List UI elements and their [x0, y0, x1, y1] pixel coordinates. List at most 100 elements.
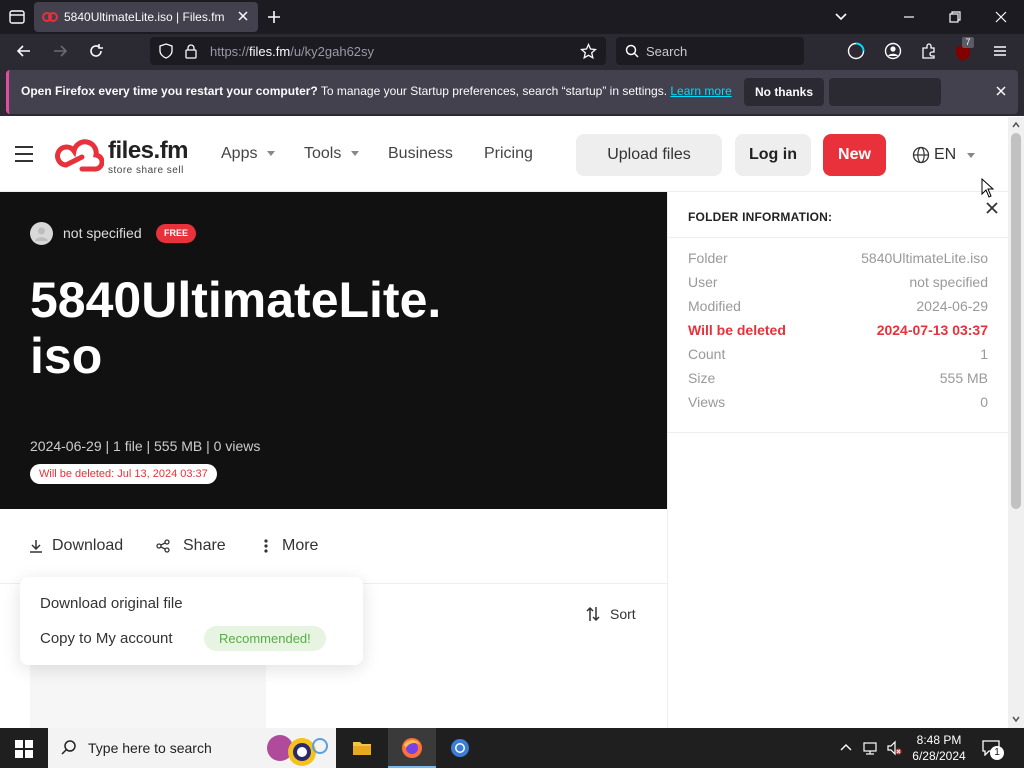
menu-business[interactable]: Business	[388, 145, 453, 163]
minimize-icon[interactable]	[898, 6, 920, 28]
info-row-folder: Folder 5840UltimateLite.iso	[688, 250, 988, 266]
copy-to-account-item[interactable]: Copy to My account	[40, 630, 173, 647]
close-notification-icon[interactable]	[994, 84, 1008, 98]
files-fm-logo-icon	[55, 139, 104, 172]
mouse-cursor-icon	[981, 178, 995, 198]
menu-pricing[interactable]: Pricing	[484, 145, 533, 163]
recommended-badge: Recommended!	[204, 626, 326, 651]
windows-taskbar: Type here to search 8:48 PM 6/28/2024 1	[0, 728, 1024, 768]
close-window-icon[interactable]	[990, 6, 1012, 28]
clock-time: 8:48 PM	[916, 733, 962, 747]
back-icon[interactable]	[14, 41, 34, 61]
menu-apps[interactable]: Apps	[221, 145, 276, 163]
download-dropdown: Download original file Copy to My accoun…	[20, 577, 363, 665]
close-tab-icon[interactable]	[236, 9, 250, 23]
url-bar[interactable]: https://files.fm/u/ky2gah62sy	[150, 37, 606, 65]
learn-more-link[interactable]: Learn more	[670, 84, 731, 98]
file-title: 5840UltimateLite. iso	[30, 272, 442, 384]
firefox-icon	[402, 738, 422, 758]
search-icon	[625, 44, 639, 58]
network-icon[interactable]	[862, 740, 878, 756]
info-row-user: User not specified	[688, 274, 988, 290]
search-icon	[61, 740, 76, 755]
files-fm-favicon	[42, 12, 58, 22]
lock-icon[interactable]	[184, 43, 198, 59]
files-fm-logo[interactable]: files.fm store share sell	[52, 137, 202, 177]
info-row-count: Count 1	[688, 346, 988, 362]
notification-box: Open Firefox every time you restart your…	[6, 70, 1018, 114]
chevron-down-icon	[267, 151, 276, 157]
taskbar-app-firefox[interactable]	[388, 728, 436, 768]
globe-icon	[912, 146, 930, 164]
plan-badge: FREE	[156, 224, 197, 243]
search-bar[interactable]: Search	[616, 37, 804, 65]
chevron-up-icon[interactable]	[838, 740, 854, 756]
taskbar-search-placeholder: Type here to search	[88, 740, 212, 756]
download-icon	[30, 540, 42, 553]
forward-icon[interactable]	[50, 41, 70, 61]
new-button[interactable]: New	[823, 134, 886, 176]
browser-tab-bar: 5840UltimateLite.iso | Files.fm	[0, 0, 1024, 34]
extensions-icon[interactable]	[919, 41, 939, 61]
folder-info-panel: FOLDER INFORMATION: Folder 5840UltimateLi…	[667, 192, 1008, 728]
search-placeholder: Search	[646, 44, 688, 59]
browser-app-icon	[451, 739, 469, 757]
info-row-modified: Modified 2024-06-29	[688, 298, 988, 314]
extension-badge: 7	[962, 37, 974, 48]
file-thumbnail-placeholder	[30, 662, 266, 728]
info-row-size: Size 555 MB	[688, 370, 988, 386]
scroll-down-icon[interactable]	[1012, 715, 1020, 723]
hamburger-menu-icon[interactable]	[14, 145, 34, 163]
site-header: files.fm store share sell Apps Tools Bus…	[0, 117, 1008, 192]
chevron-down-icon	[351, 151, 360, 157]
close-panel-icon[interactable]	[985, 201, 999, 215]
logo-name: files.fm	[108, 137, 189, 164]
log-in-button[interactable]: Log in	[735, 134, 811, 176]
more-vertical-icon	[264, 539, 268, 553]
file-hero: not specified FREE 5840UltimateLite. iso…	[0, 192, 667, 509]
file-actions: Download Share More	[0, 509, 667, 584]
action-center-button[interactable]: 1	[980, 738, 1004, 760]
ublock-extension-button[interactable]: 7	[954, 37, 976, 62]
page-scrollbar[interactable]	[1008, 117, 1024, 728]
notification-message: Open Firefox every time you restart your…	[21, 84, 732, 98]
tab-list-icon[interactable]	[6, 6, 28, 28]
firefox-view-icon[interactable]	[846, 41, 866, 61]
tab-title: 5840UltimateLite.iso | Files.fm	[64, 10, 225, 24]
volume-muted-icon[interactable]	[886, 740, 902, 756]
info-row-deletion: Will be deleted 2024-07-13 03:37	[688, 322, 988, 338]
no-thanks-button[interactable]: No thanks	[744, 78, 824, 106]
download-original-item[interactable]: Download original file	[40, 595, 183, 612]
new-tab-icon[interactable]	[265, 8, 283, 26]
set-startup-button[interactable]	[829, 78, 941, 106]
search-highlight-illustration-icon	[267, 735, 328, 766]
active-tab[interactable]: 5840UltimateLite.iso | Files.fm	[34, 2, 258, 32]
logo-tagline: store share sell	[108, 165, 184, 176]
deletion-badge: Will be deleted: Jul 13, 2024 03:37	[30, 464, 217, 484]
scroll-up-icon[interactable]	[1012, 121, 1020, 129]
restore-icon[interactable]	[944, 6, 966, 28]
windows-start-icon[interactable]	[15, 740, 33, 758]
list-all-tabs-icon[interactable]	[830, 6, 852, 28]
bookmark-star-icon[interactable]	[580, 43, 597, 60]
account-icon[interactable]	[883, 41, 903, 61]
startup-notification-bar: Open Firefox every time you restart your…	[0, 68, 1024, 116]
shield-icon[interactable]	[158, 43, 174, 59]
info-row-views: Views 0	[688, 394, 988, 410]
scroll-thumb[interactable]	[1011, 133, 1021, 509]
taskbar-app-file-explorer[interactable]	[338, 728, 386, 768]
user-icon	[35, 227, 48, 241]
chevron-down-icon	[967, 153, 975, 158]
reload-icon[interactable]	[86, 41, 106, 61]
panel-header: FOLDER INFORMATION:	[668, 192, 1008, 238]
upload-files-button[interactable]: Upload files	[576, 134, 722, 176]
panel-divider	[668, 432, 1008, 433]
menu-tools[interactable]: Tools	[304, 145, 360, 163]
taskbar-search-box[interactable]: Type here to search	[48, 728, 336, 768]
taskbar-app-chrome[interactable]	[436, 728, 484, 768]
app-menu-icon[interactable]	[990, 41, 1010, 61]
file-meta: 2024-06-29 | 1 file | 555 MB | 0 views	[30, 438, 261, 454]
sort-icon	[586, 606, 600, 622]
notification-count-badge: 1	[990, 746, 1004, 760]
system-clock[interactable]: 8:48 PM 6/28/2024	[906, 732, 972, 764]
